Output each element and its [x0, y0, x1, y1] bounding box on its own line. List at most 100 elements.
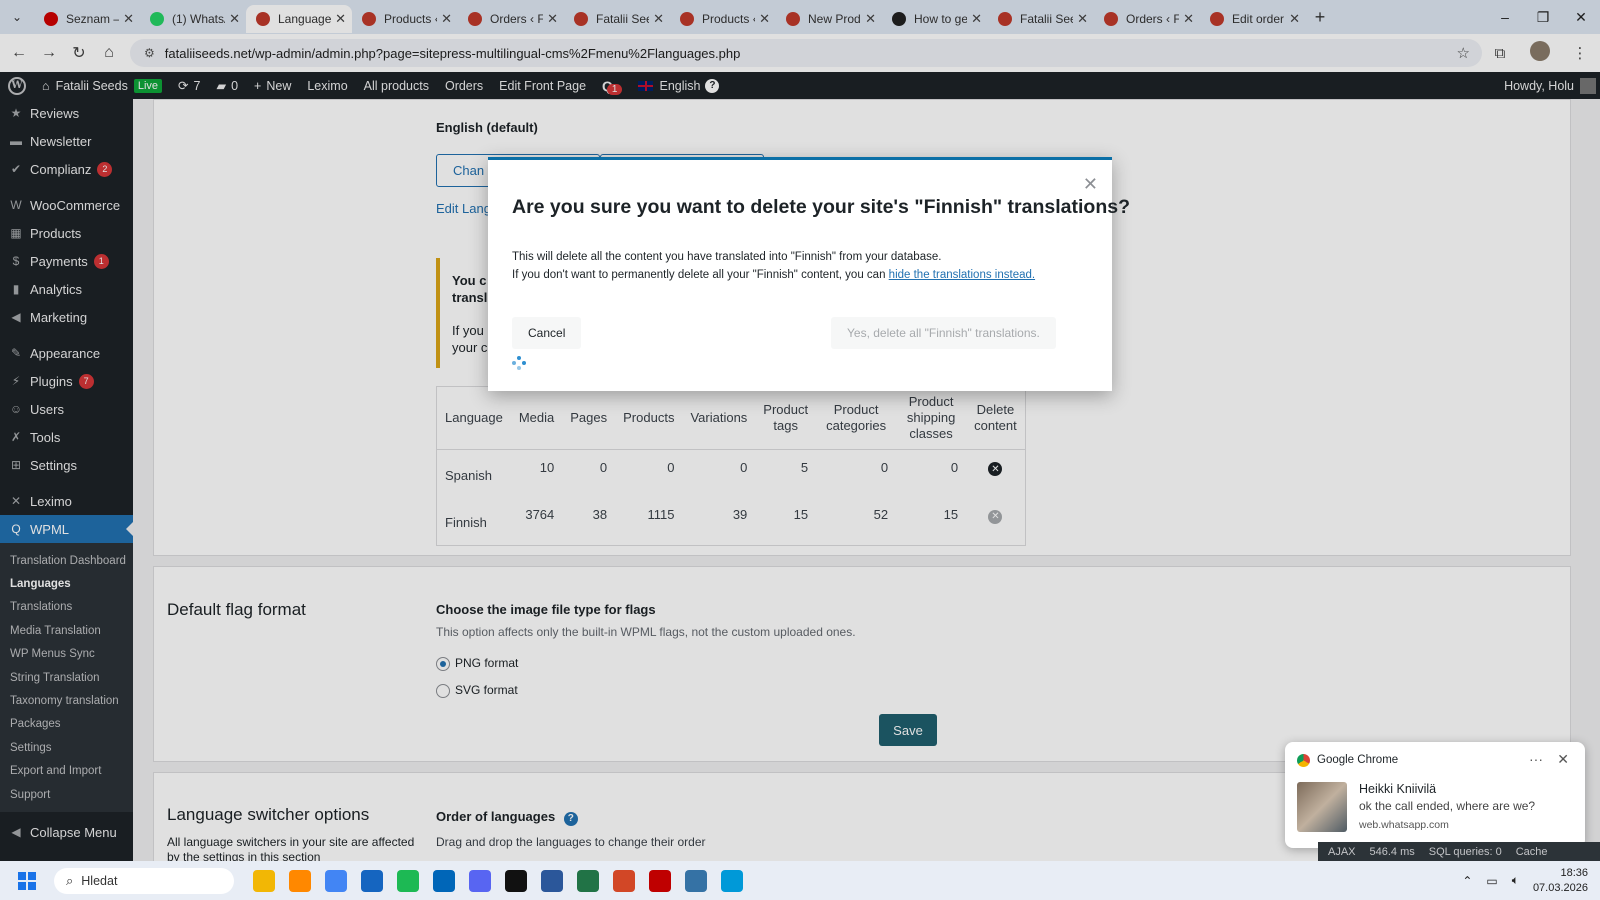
browser-tab[interactable]: (1) WhatsA ✕ [140, 5, 246, 33]
sidebar-item-complianz[interactable]: ✔ Complianz 2 [0, 155, 133, 183]
all-products-link[interactable]: All products [356, 72, 437, 99]
site-name-menu[interactable]: ⌂ Fatalii Seeds Live [34, 72, 170, 99]
browser-tab[interactable]: Products ‹ ✕ [352, 5, 458, 33]
png-radio[interactable] [436, 656, 450, 671]
browser-tab[interactable]: Orders ‹ Fa✕ [1094, 5, 1200, 33]
close-tab-icon[interactable]: ✕ [759, 11, 770, 27]
taskbar-app-icon[interactable] [541, 869, 563, 892]
browser-tab[interactable]: Products ‹ ✕ [670, 5, 776, 33]
taskbar-app-icon[interactable] [505, 869, 527, 892]
account-menu[interactable]: Howdy, Holu [1504, 72, 1596, 99]
forward-icon[interactable]: → [34, 44, 64, 62]
submenu-item[interactable]: WP Menus Sync [0, 643, 133, 666]
sidebar-item-newsletter[interactable]: ▬ Newsletter [0, 127, 133, 155]
taskbar-app-icon[interactable] [685, 869, 707, 892]
wp-logo-menu[interactable]: W [0, 72, 34, 99]
orders-link[interactable]: Orders [437, 72, 491, 99]
collapse-menu-button[interactable]: ◀ Collapse Menu [0, 818, 133, 846]
taskbar-app-icon[interactable] [289, 869, 311, 892]
taskbar-app-icon[interactable] [253, 869, 275, 892]
updates-menu[interactable]: ⟳ 7 [170, 72, 208, 99]
sidebar-item-analytics[interactable]: ▮ Analytics [0, 275, 133, 303]
sidebar-item-wpml[interactable]: Q WPML [0, 515, 133, 543]
submenu-item[interactable]: String Translation [0, 666, 133, 689]
sidebar-item-woocommerce[interactable]: W WooCommerce [0, 191, 133, 219]
more-options-icon[interactable]: ··· [1529, 751, 1543, 767]
taskbar-app-icon[interactable] [397, 869, 419, 892]
help-icon[interactable]: ? [563, 811, 578, 826]
svg-radio[interactable] [436, 683, 450, 698]
taskbar-app-icon[interactable] [613, 869, 635, 892]
close-tab-icon[interactable]: ✕ [971, 11, 982, 27]
minimize-icon[interactable]: – [1486, 0, 1524, 34]
browser-menu-icon[interactable]: ⋮ [1560, 44, 1600, 62]
sidebar-item-leximo[interactable]: ✕ Leximo [0, 487, 133, 515]
extensions-icon[interactable]: ⧉ [1480, 45, 1520, 62]
close-tab-icon[interactable]: ✕ [1289, 11, 1300, 27]
chrome-notification[interactable]: Google Chrome ··· ✕ Heikki Kniivilä ok t… [1285, 742, 1585, 848]
submenu-item[interactable]: Taxonomy translation [0, 689, 133, 712]
submenu-item[interactable]: Translation Dashboard [0, 549, 133, 572]
reload-icon[interactable]: ↻ [64, 43, 94, 63]
close-icon[interactable]: ✕ [1083, 174, 1098, 195]
save-button[interactable]: Save [879, 714, 937, 746]
browser-tab[interactable]: Fatalii See ✕ [988, 5, 1094, 33]
submenu-item[interactable]: Packages [0, 713, 133, 736]
close-tab-icon[interactable]: ✕ [547, 11, 558, 27]
submenu-item[interactable]: Translations [0, 596, 133, 619]
sidebar-item-settings[interactable]: ⊞ Settings [0, 451, 133, 479]
leximo-menu[interactable]: Leximo [299, 72, 355, 99]
edit-languages-link[interactable]: Edit Lang [436, 201, 491, 216]
close-tab-icon[interactable]: ✕ [123, 11, 134, 27]
png-option[interactable]: PNG format [436, 656, 518, 671]
submenu-item[interactable]: Media Translation [0, 619, 133, 642]
browser-tab[interactable]: Fatalii See ✕ [564, 5, 670, 33]
comments-menu[interactable]: ▰ 0 [208, 72, 246, 99]
site-info-icon[interactable]: ⚙ [144, 46, 155, 60]
hide-translations-link[interactable]: hide the translations instead. [889, 269, 1035, 281]
sidebar-item-users[interactable]: ☺ Users [0, 395, 133, 423]
profile-avatar[interactable] [1520, 41, 1560, 65]
taskbar-app-icon[interactable] [361, 869, 383, 892]
taskbar-app-icon[interactable] [721, 869, 743, 892]
cancel-button[interactable]: Cancel [512, 317, 582, 349]
browser-tab[interactable]: How to ge ✕ [882, 5, 988, 33]
sidebar-item-payments[interactable]: $ Payments 1 [0, 247, 133, 275]
back-icon[interactable]: ← [4, 44, 34, 62]
sidebar-item-reviews[interactable]: ★ Reviews [0, 99, 133, 127]
wpml-notifications-menu[interactable]: Q 1 [594, 72, 630, 99]
taskbar-app-icon[interactable] [649, 869, 671, 892]
close-tab-icon[interactable]: ✕ [441, 11, 452, 27]
sidebar-item-products[interactable]: ▦ Products [0, 219, 133, 247]
close-tab-icon[interactable]: ✕ [1183, 11, 1194, 27]
taskbar-app-icon[interactable] [433, 869, 455, 892]
submenu-item[interactable]: Settings [0, 736, 133, 759]
browser-tab[interactable]: Edit order ✕ [1200, 5, 1306, 33]
sidebar-item-appearance[interactable]: ✎ Appearance [0, 339, 133, 367]
browser-tab[interactable]: New Produ ✕ [776, 5, 882, 33]
sidebar-item-plugins[interactable]: ⚡ Plugins 7 [0, 367, 133, 395]
delete-content-icon[interactable]: ✕ [988, 509, 1003, 524]
restore-icon[interactable]: ❐ [1524, 0, 1562, 34]
bookmark-star-icon[interactable]: ☆ [1457, 44, 1470, 62]
close-tab-icon[interactable]: ✕ [335, 11, 346, 27]
volume-icon[interactable]: 🔈︎ [1512, 873, 1519, 888]
confirm-delete-button[interactable]: Yes, delete all "Finnish" translations. [831, 317, 1056, 349]
tab-search-icon[interactable]: ⌄ [0, 0, 34, 34]
start-icon[interactable] [18, 871, 36, 890]
chevron-up-icon[interactable]: ⌃ [1462, 874, 1472, 888]
sidebar-item-tools[interactable]: ✗ Tools [0, 423, 133, 451]
taskbar-app-icon[interactable] [469, 869, 491, 892]
taskbar-app-icon[interactable] [325, 869, 347, 892]
network-icon[interactable]: ▭ [1486, 874, 1497, 888]
taskbar-app-icon[interactable] [577, 869, 599, 892]
submenu-item[interactable]: Export and Import [0, 760, 133, 783]
browser-tab[interactable]: Orders ‹ Fa✕ [458, 5, 564, 33]
home-icon[interactable]: ⌂ [94, 44, 124, 62]
submenu-item[interactable]: Languages [0, 572, 133, 595]
close-tab-icon[interactable]: ✕ [1077, 11, 1088, 27]
taskbar-search[interactable]: ⌕ Hledat [54, 867, 234, 894]
query-monitor-bar[interactable]: AJAX 546.4 ms SQL queries: 0 Cache [1318, 842, 1600, 861]
svg-option[interactable]: SVG format [436, 683, 518, 698]
language-switcher-menu[interactable]: English ? [630, 72, 727, 99]
